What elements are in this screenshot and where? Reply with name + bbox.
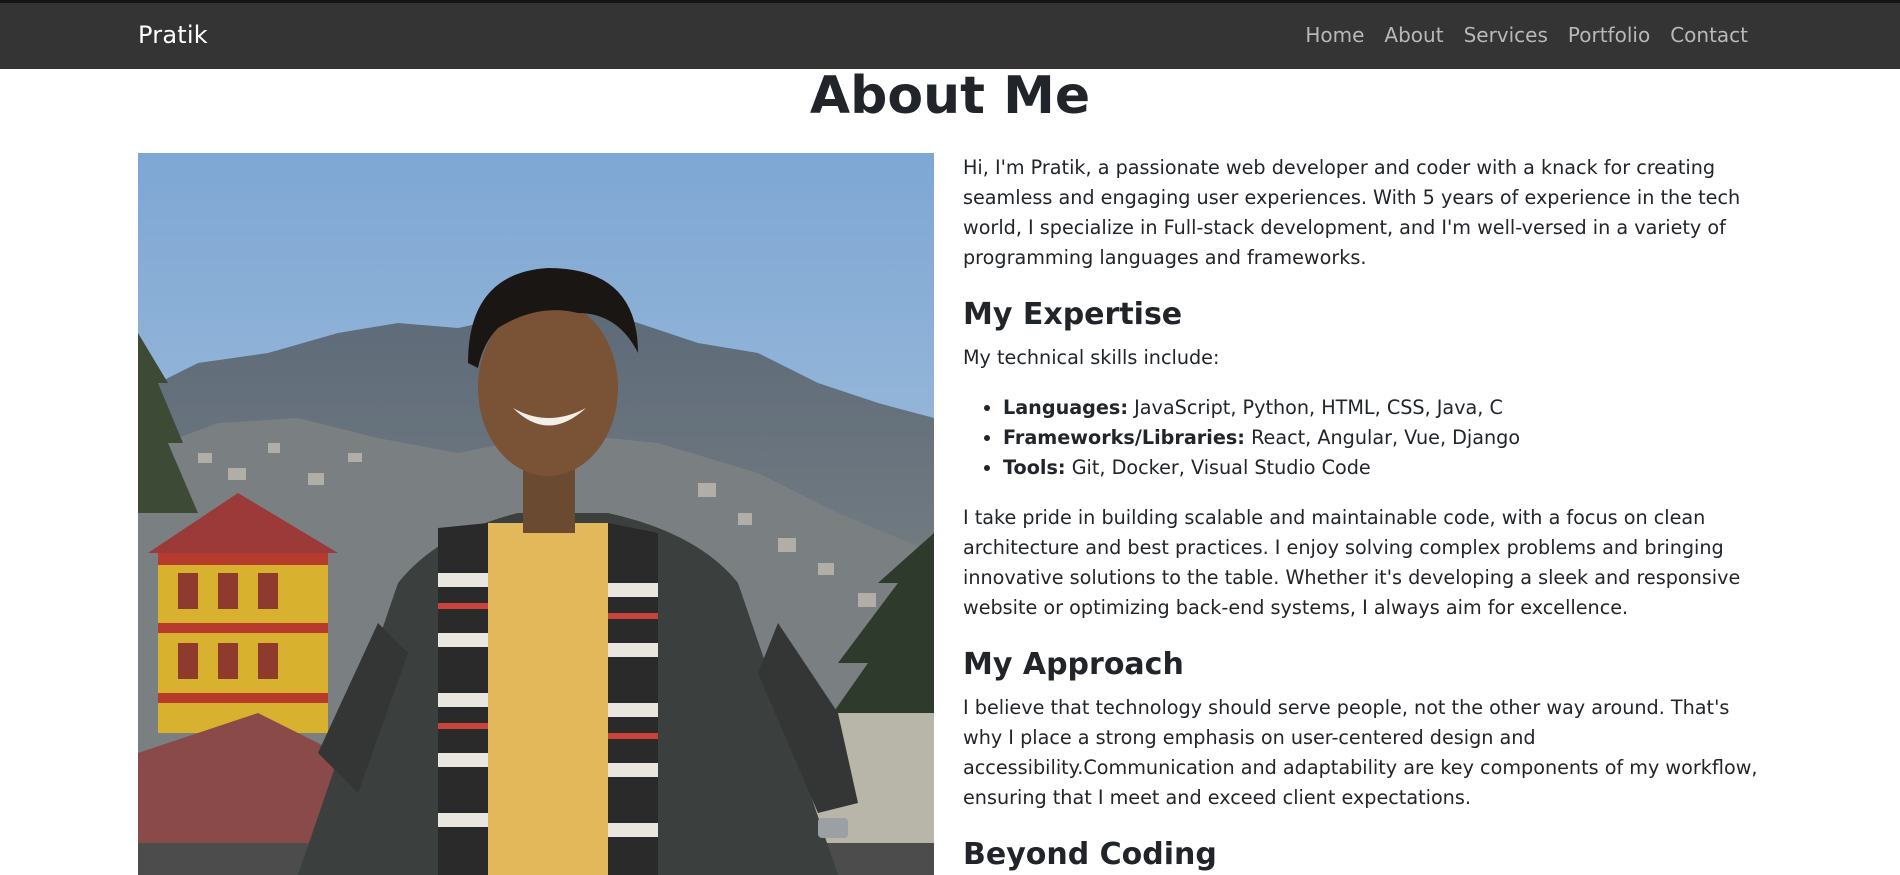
nav-link-services[interactable]: Services <box>1464 23 1548 47</box>
nav-link-home[interactable]: Home <box>1305 23 1364 47</box>
skill-value: React, Angular, Vue, Django <box>1251 426 1521 449</box>
about-content: Hi, I'm Pratik, a passionate web develop… <box>963 153 1763 875</box>
intro-paragraph: Hi, I'm Pratik, a passionate web develop… <box>963 156 1741 269</box>
pride-paragraph: I take pride in building scalable and ma… <box>963 506 1741 619</box>
skill-label: Tools: <box>1003 456 1066 479</box>
nav-link-contact[interactable]: Contact <box>1670 23 1748 47</box>
approach-paragraph: I believe that technology should serve p… <box>963 696 1758 809</box>
nav-link-about[interactable]: About <box>1384 23 1443 47</box>
skill-label: Frameworks/Libraries: <box>1003 426 1245 449</box>
brand-link[interactable]: Pratik <box>138 21 208 49</box>
list-item: Frameworks/Libraries: React, Angular, Vu… <box>1003 423 1763 453</box>
navbar: Pratik Home About Services Portfolio Con… <box>0 0 1900 69</box>
skill-label: Languages: <box>1003 396 1129 419</box>
beyond-heading: Beyond Coding <box>963 837 1217 872</box>
approach-heading: My Approach <box>963 647 1184 682</box>
list-item: Tools: Git, Docker, Visual Studio Code <box>1003 453 1763 483</box>
profile-photo <box>138 153 934 875</box>
list-item: Languages: JavaScript, Python, HTML, CSS… <box>1003 393 1763 423</box>
nav-link-portfolio[interactable]: Portfolio <box>1568 23 1650 47</box>
skills-intro: My technical skills include: <box>963 346 1220 369</box>
page-title: About Me <box>809 66 1091 126</box>
skill-value: JavaScript, Python, HTML, CSS, Java, C <box>1134 396 1503 419</box>
nav-links: Home About Services Portfolio Contact <box>1305 23 1748 47</box>
skills-list: Languages: JavaScript, Python, HTML, CSS… <box>963 393 1763 483</box>
skill-value: Git, Docker, Visual Studio Code <box>1071 456 1371 479</box>
expertise-heading: My Expertise <box>963 297 1183 332</box>
